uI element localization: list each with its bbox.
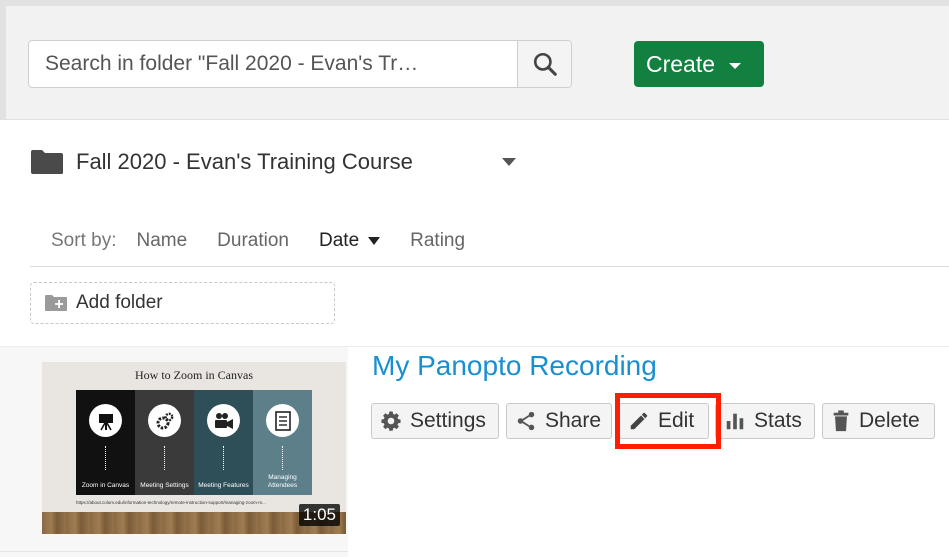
create-button-label: Create	[646, 50, 716, 77]
dotted-line	[164, 446, 165, 470]
gears-icon	[148, 404, 181, 437]
thumbnail-panel: Meeting Settings	[135, 390, 194, 495]
thumbnail-panel-label: Meeting Settings	[140, 482, 189, 489]
gear-icon	[381, 411, 401, 431]
create-button[interactable]: Create	[634, 41, 764, 87]
easel-icon	[89, 404, 122, 437]
top-toolbar: Create	[0, 0, 949, 120]
stats-label: Stats	[754, 409, 802, 432]
add-folder-icon	[45, 295, 67, 311]
thumbnail-panel: Zoom in Canvas	[76, 390, 135, 495]
sort-option-rating[interactable]: Rating	[410, 230, 465, 252]
sort-option-date-label: Date	[319, 230, 360, 251]
folder-icon	[31, 150, 63, 174]
sort-option-duration[interactable]: Duration	[217, 230, 289, 252]
thumbnail-panel: Managing Attendees	[253, 390, 312, 495]
add-folder-button[interactable]: Add folder	[30, 282, 335, 324]
thumbnail-panel-label: Zoom in Canvas	[81, 482, 130, 489]
recording-title-link[interactable]: My Panopto Recording	[372, 350, 657, 382]
sort-by-label: Sort by:	[51, 230, 117, 251]
thumbnail-panel-label: Meeting Features	[198, 482, 249, 489]
caret-down-icon	[729, 62, 742, 69]
search-box	[28, 40, 572, 88]
delete-button[interactable]: Delete	[822, 403, 935, 439]
delete-label: Delete	[859, 409, 920, 432]
settings-button[interactable]: Settings	[371, 403, 499, 439]
trash-icon	[833, 410, 849, 432]
sort-option-name[interactable]: Name	[136, 230, 187, 252]
bar-chart-icon	[726, 413, 744, 430]
thumbnail-panel: Meeting Features	[194, 390, 253, 495]
thumbnail-panel-label: Managing Attendees	[267, 474, 298, 489]
dotted-line	[223, 446, 224, 470]
share-icon	[517, 411, 535, 431]
edit-highlight-annotation	[615, 393, 721, 449]
search-button[interactable]	[517, 41, 571, 87]
settings-label: Settings	[410, 409, 486, 432]
sort-desc-caret-icon	[368, 237, 381, 245]
folder-dropdown-caret-icon[interactable]	[502, 158, 516, 166]
divider	[0, 551, 348, 552]
folder-header: Fall 2020 - Evan's Training Course	[30, 145, 413, 179]
thumbnail-title: How to Zoom in Canvas	[135, 368, 253, 382]
dotted-line	[105, 446, 106, 470]
checklist-icon	[266, 404, 299, 437]
video-camera-icon	[207, 404, 240, 437]
search-icon	[533, 52, 557, 76]
stats-button[interactable]: Stats	[715, 403, 815, 439]
add-folder-label: Add folder	[76, 292, 163, 313]
share-label: Share	[545, 409, 602, 432]
duration-badge: 1:05	[298, 504, 340, 526]
recording-thumbnail[interactable]: How to Zoom in Canvas Zoom in Canvas Mee…	[42, 362, 346, 534]
search-input[interactable]	[29, 41, 517, 87]
share-button[interactable]: Share	[506, 403, 612, 439]
sort-option-date[interactable]: Date	[319, 230, 381, 252]
thumbnail-url: https://about.colum.edu/information-tech…	[76, 500, 266, 505]
folder-title: Fall 2020 - Evan's Training Course	[76, 149, 413, 174]
sort-bar: Sort by: Name Duration Date Rating	[51, 228, 495, 254]
divider	[30, 266, 949, 267]
dotted-line	[282, 446, 283, 470]
